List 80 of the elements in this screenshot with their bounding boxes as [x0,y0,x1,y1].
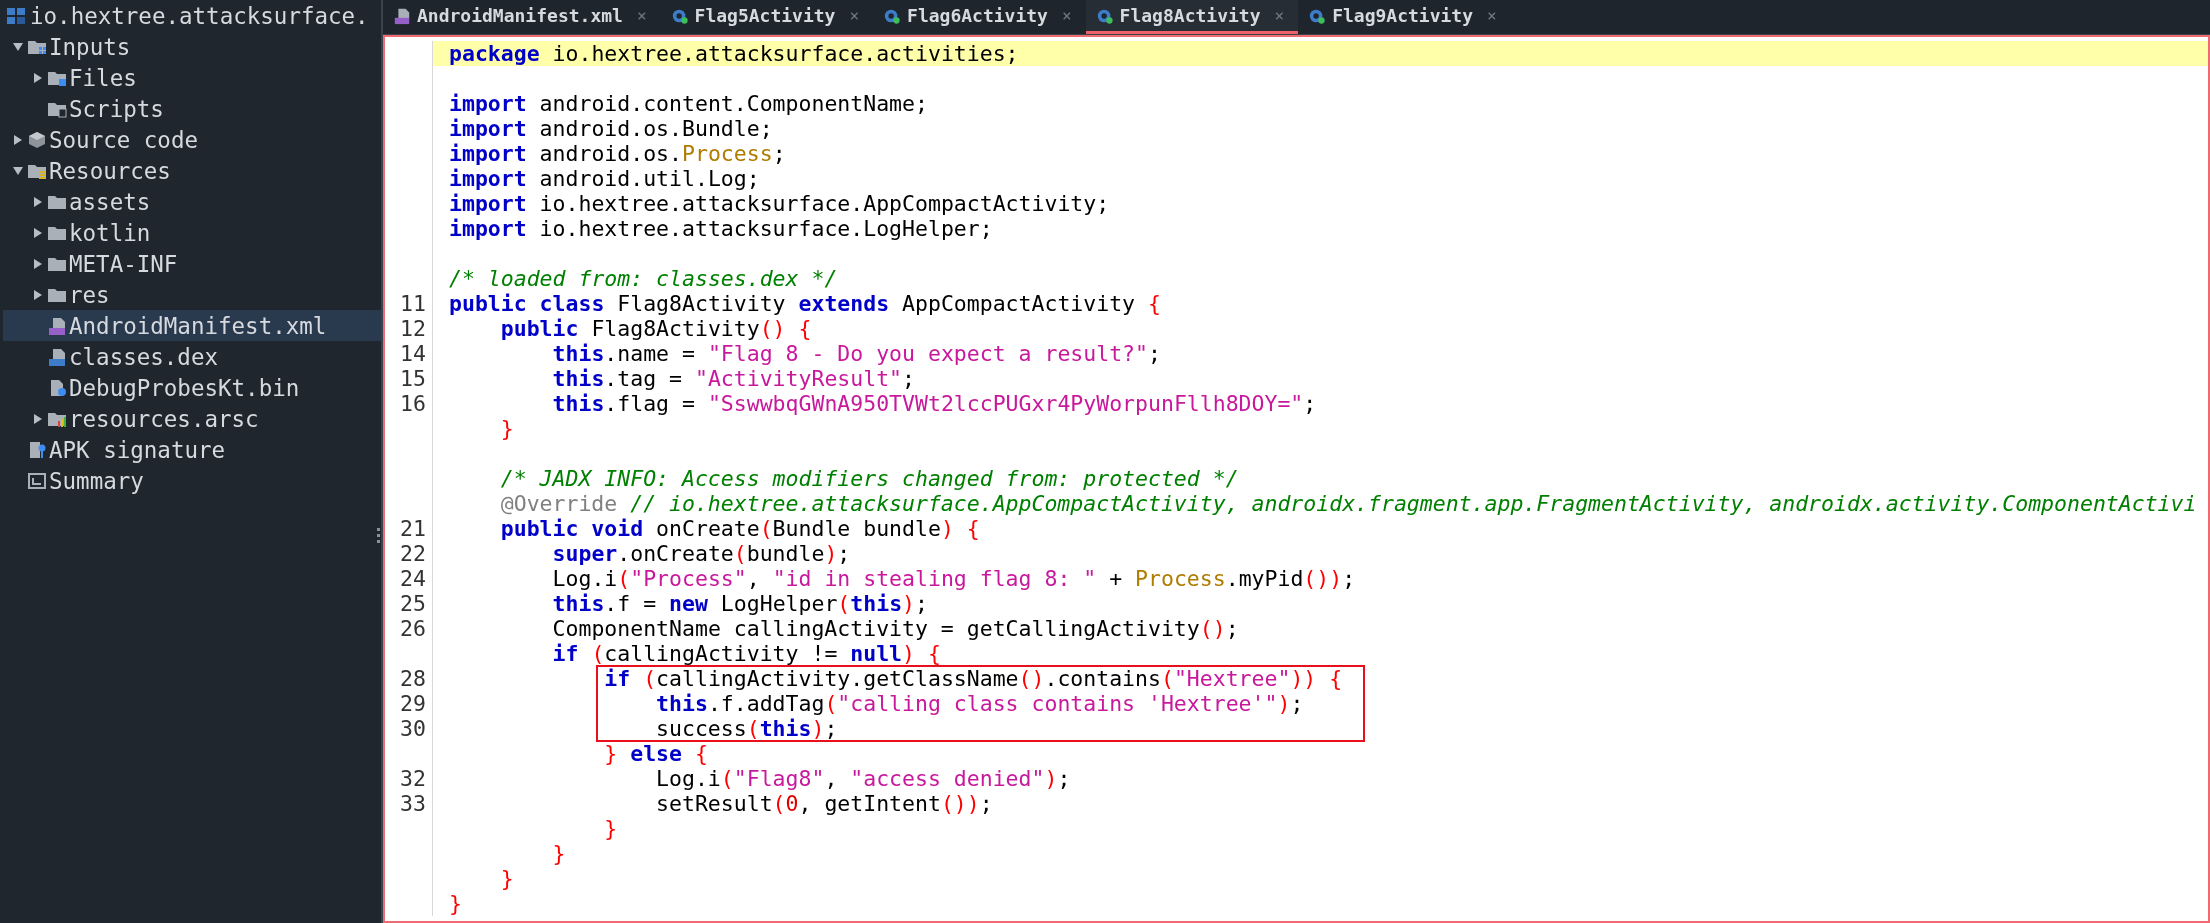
code-line: import android.os.Bundle; [448,116,774,141]
code-line: this.name = "Flag 8 - Do you expect a result?"; [551,341,1162,366]
line-number: 21 [400,516,427,541]
tree-item[interactable]: META-INF [3,248,381,279]
line-number: 26 [400,616,427,641]
code-line: } [551,841,567,866]
editor-tab[interactable]: Flag6Activity × [873,0,1086,34]
code-line: super.onCreate(bundle); [551,541,852,566]
line-number: 15 [400,366,427,391]
file-icon [47,315,67,336]
line-number: 22 [400,541,427,566]
tree-item[interactable]: res [3,279,381,310]
tree-item[interactable]: resources.arsc [3,403,381,434]
line-number: 29 [400,691,427,716]
code-line: } [499,416,515,441]
line-number: 30 [400,716,427,741]
line-number: 28 [400,666,427,691]
tree-item[interactable]: APK signature [3,434,381,465]
code-line: public Flag8Activity() { [499,316,813,341]
tree-item[interactable]: Summary [3,465,381,496]
code-line: } [448,891,463,916]
code-line: this.f = new LogHelper(this); [551,591,929,616]
certificate-icon [27,439,47,460]
cube-icon [27,129,47,150]
tab-label: Flag8Activity [1119,5,1261,26]
code-line: import io.hextree.attacksurface.LogHelper; [448,216,994,241]
tree-item[interactable]: Source code [3,124,381,155]
tree-item[interactable]: Resources [3,155,381,186]
editor-tab[interactable]: AndroidManifest.xml × [383,0,661,34]
code-line: this.f.addTag("calling class contains 'Hextree'"); [655,691,1305,716]
tree-item[interactable]: assets [3,186,381,217]
tree-item[interactable]: kotlin [3,217,381,248]
tree-item[interactable]: AndroidManifest.xml [3,310,381,341]
code-line: Log.i("Process", "id in stealing flag 8: " + Process.myPid()); [551,566,1357,591]
tab-label: Flag6Activity [907,5,1048,26]
code-line: } else { [603,741,709,766]
editor-tab[interactable]: Flag9Activity × [1298,0,1511,34]
file-icon [47,346,67,367]
tree-item[interactable]: DebugProbesKt.bin [3,372,381,403]
line-number: 16 [400,391,427,416]
code-line: /* JADX INFO: Access modifiers changed from: protected */ [499,466,1240,491]
line-number: 14 [400,341,427,366]
code-line: this.tag = "ActivityResult"; [551,366,916,391]
tree-item[interactable]: classes.dex [3,341,381,372]
project-title[interactable]: io.hextree.attacksurface. [0,0,381,31]
line-number: 12 [400,316,427,341]
code-line: setResult(0, getIntent()); [655,791,994,816]
code-line: } [499,866,515,891]
line-number: 11 [400,291,427,316]
code-line: if (callingActivity.getClassName().contains("Hextree")) { [603,666,1344,691]
code-line: success(this); [655,716,839,741]
line-number: 24 [400,566,427,591]
editor-tab[interactable]: Flag5Activity × [660,0,874,34]
tree-item[interactable]: Inputs [3,31,381,62]
code-line: if (callingActivity != null) { [551,641,942,666]
code-line: import android.content.ComponentName; [448,91,929,116]
code-line: import android.os.Process; [448,141,787,166]
grid-icon [6,5,26,26]
tree-item[interactable]: Scripts [3,93,381,124]
line-number: 25 [400,591,427,616]
code-line: public void onCreate(Bundle bundle) { [499,516,981,541]
code-line: /* loaded from: classes.dex */ [448,266,839,291]
splitter-handle[interactable] [377,528,381,543]
code-line: import io.hextree.attacksurface.AppCompactActivity; [448,191,1111,216]
code-line: } [603,816,619,841]
code-line: @Override // io.hextree.attacksurface.AppCompactActivity, androidx.fragment.app.FragmentActivity, androidx.activity.ComponentActivi [499,491,2198,516]
file-icon [393,6,411,25]
tab-label: Flag9Activity [1332,5,1474,26]
code-line: this.flag = "SswwbqGWnA950TVWt2lccPUGxr4PyWorpunFllh8DOY="; [551,391,1318,416]
tab-label: Flag5Activity [694,5,836,26]
editor-tab[interactable]: Flag8Activity × [1085,0,1299,34]
line-number: 32 [400,766,427,791]
code-line: Log.i("Flag8", "access denied"); [655,766,1072,791]
summary-icon [27,470,47,491]
code-line: import android.util.Log; [448,166,761,191]
code-line: public class Flag8Activity extends AppCompactActivity { [448,291,1162,316]
tree-item[interactable]: Files [3,62,381,93]
tab-label: AndroidManifest.xml [417,5,623,26]
code-line: ComponentName callingActivity = getCallingActivity(); [551,616,1240,641]
line-number: 33 [400,791,427,816]
